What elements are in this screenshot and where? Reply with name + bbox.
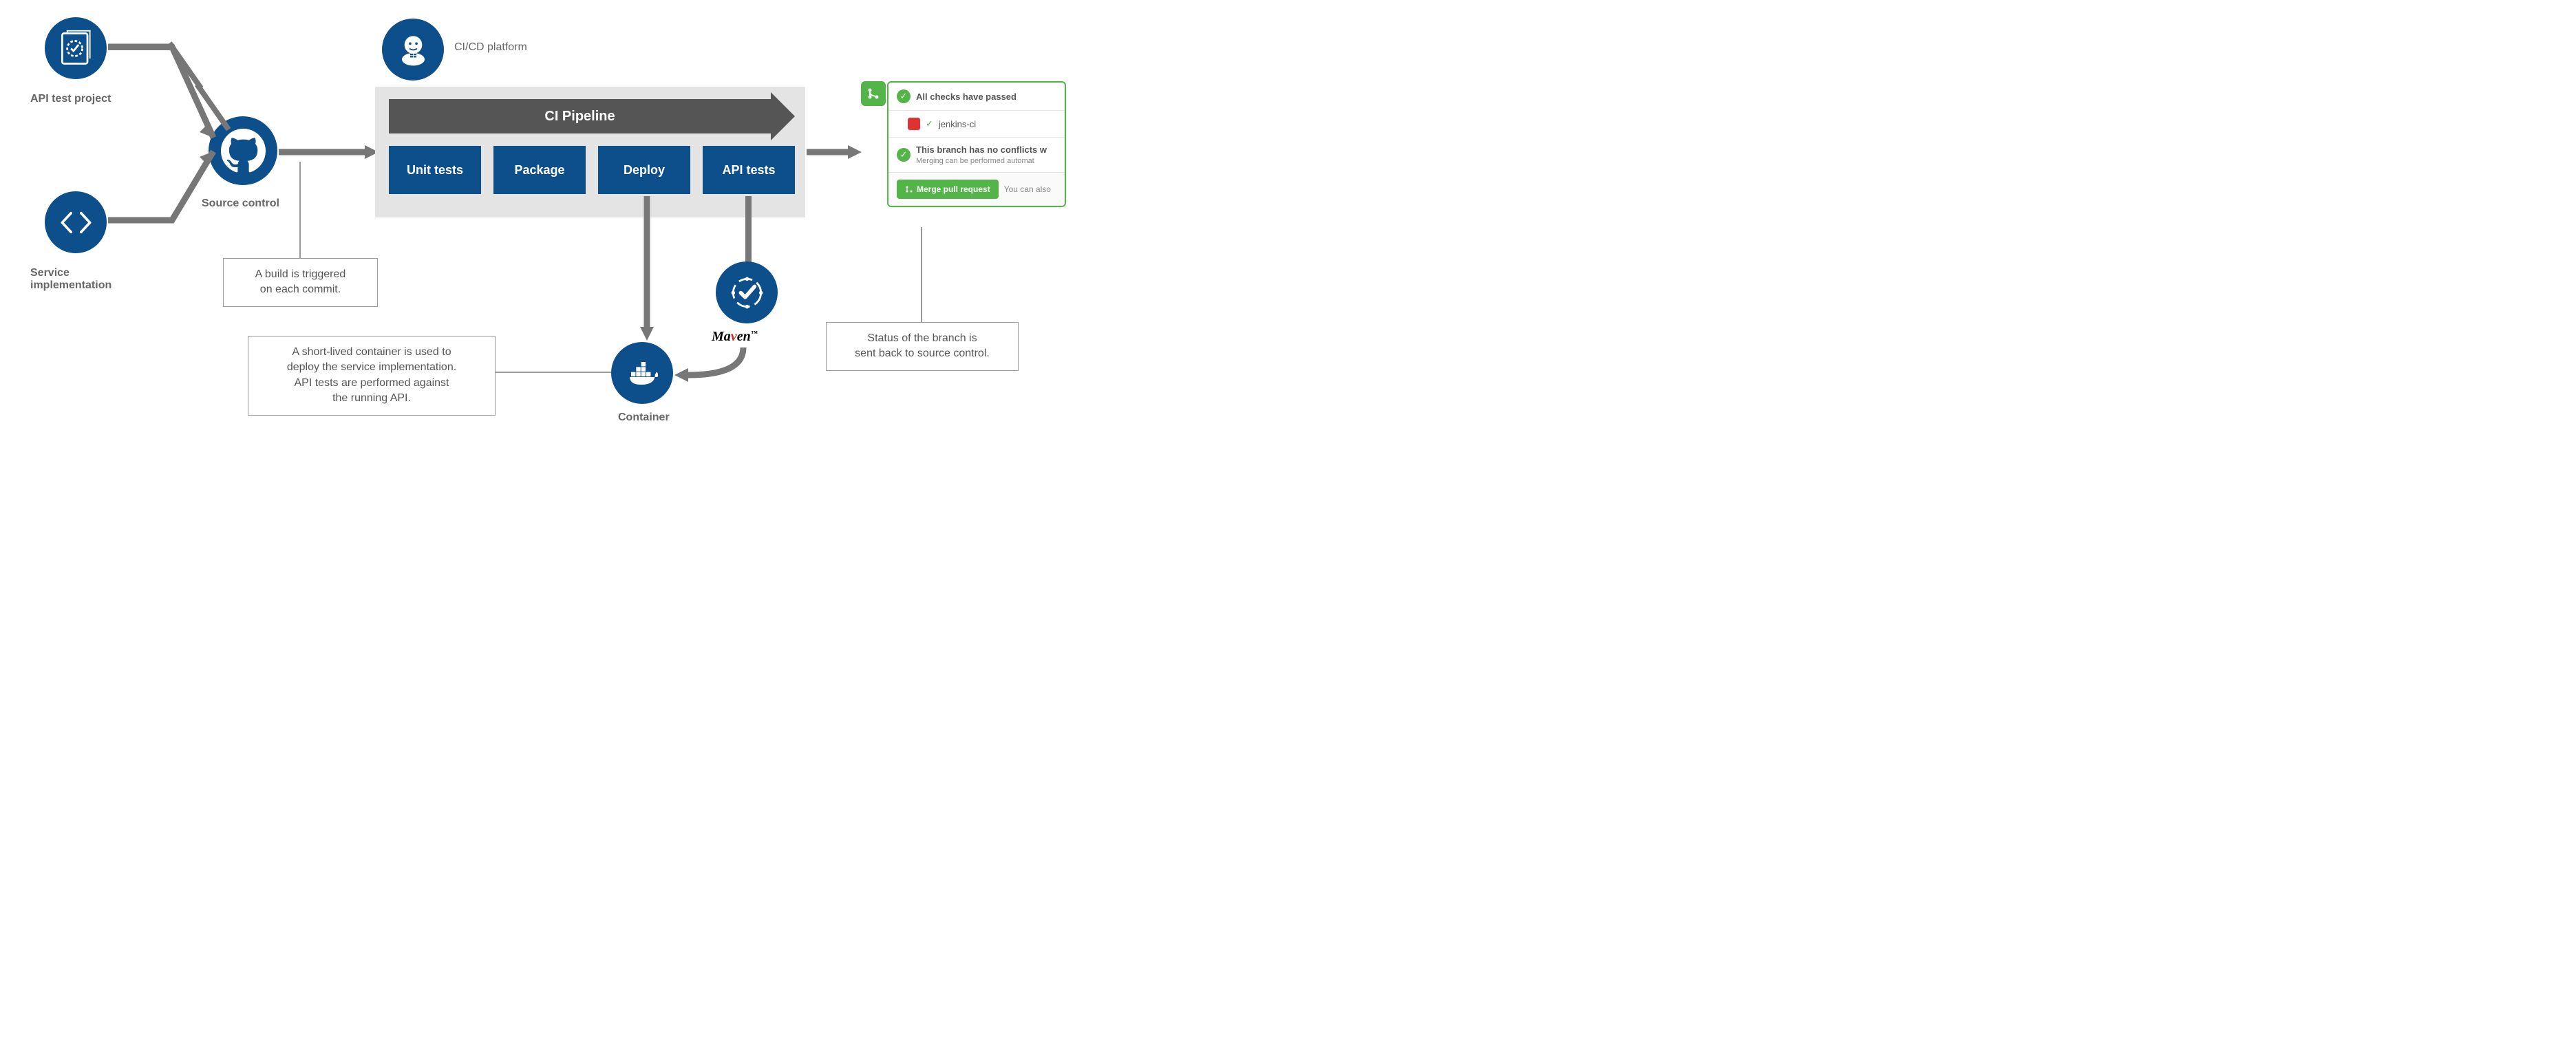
check-icon: ✓ [897,148,911,162]
api-test-project-label: API test project [30,93,111,105]
jenkins-icon [382,19,444,81]
merge-pull-request-button[interactable]: Merge pull request [897,180,999,199]
pr-status-panel: ✓ All checks have passed ✓ jenkins-ci ✓ … [887,81,1066,207]
pr-jenkins-text: jenkins-ci [939,119,976,129]
pr-checks-row: ✓ All checks have passed [888,83,1065,111]
pr-conflicts-sub: Merging can be performed automat [916,157,1034,165]
service-impl-icon [45,191,107,253]
container-label: Container [618,411,670,424]
callout-status: Status of the branch is sent back to sou… [826,322,1019,371]
callout-build: A build is triggered on each commit. [223,258,378,307]
pr-conflicts-row: ✓ This branch has no conflicts w Merging… [888,138,1065,173]
connector-arrow [807,145,862,159]
pipeline-title: CI Pipeline [389,99,771,133]
connector-svg [107,41,231,227]
cicd-platform-label: CI/CD platform [454,41,527,54]
readyapi-icon [716,261,778,323]
connector-arrow [279,145,379,159]
pipeline-arrow: CI Pipeline [389,99,795,133]
pr-jenkins-row: ✓ jenkins-ci [888,111,1065,138]
docker-icon [611,342,673,404]
callout-line [921,227,922,322]
check-icon: ✓ [926,118,933,129]
pr-you-can-text: You can also [1004,184,1051,194]
arrow-head [771,92,795,140]
connector-arrow [640,196,654,341]
callout-line [299,162,301,258]
connector-arrow [671,344,747,392]
pr-merge-row: Merge pull request You can also [888,173,1065,206]
stage-deploy: Deploy [598,146,690,194]
api-test-project-icon [45,17,107,79]
git-merge-badge-icon [861,81,886,106]
pipeline-stages: Unit tests Package Deploy API tests [389,146,795,194]
stage-api-tests: API tests [703,146,795,194]
callout-line [496,372,611,373]
stage-package: Package [493,146,586,194]
pr-conflicts-text: This branch has no conflicts w [916,145,1047,155]
maven-label: Maven™ [712,329,758,345]
service-impl-label: Service implementation [30,267,111,292]
callout-container: A short-lived container is used to deplo… [248,336,496,416]
check-icon: ✓ [897,89,911,103]
pr-checks-text: All checks have passed [916,92,1016,102]
jenkins-avatar-icon [908,118,920,130]
connector [745,196,752,264]
stage-unit-tests: Unit tests [389,146,481,194]
